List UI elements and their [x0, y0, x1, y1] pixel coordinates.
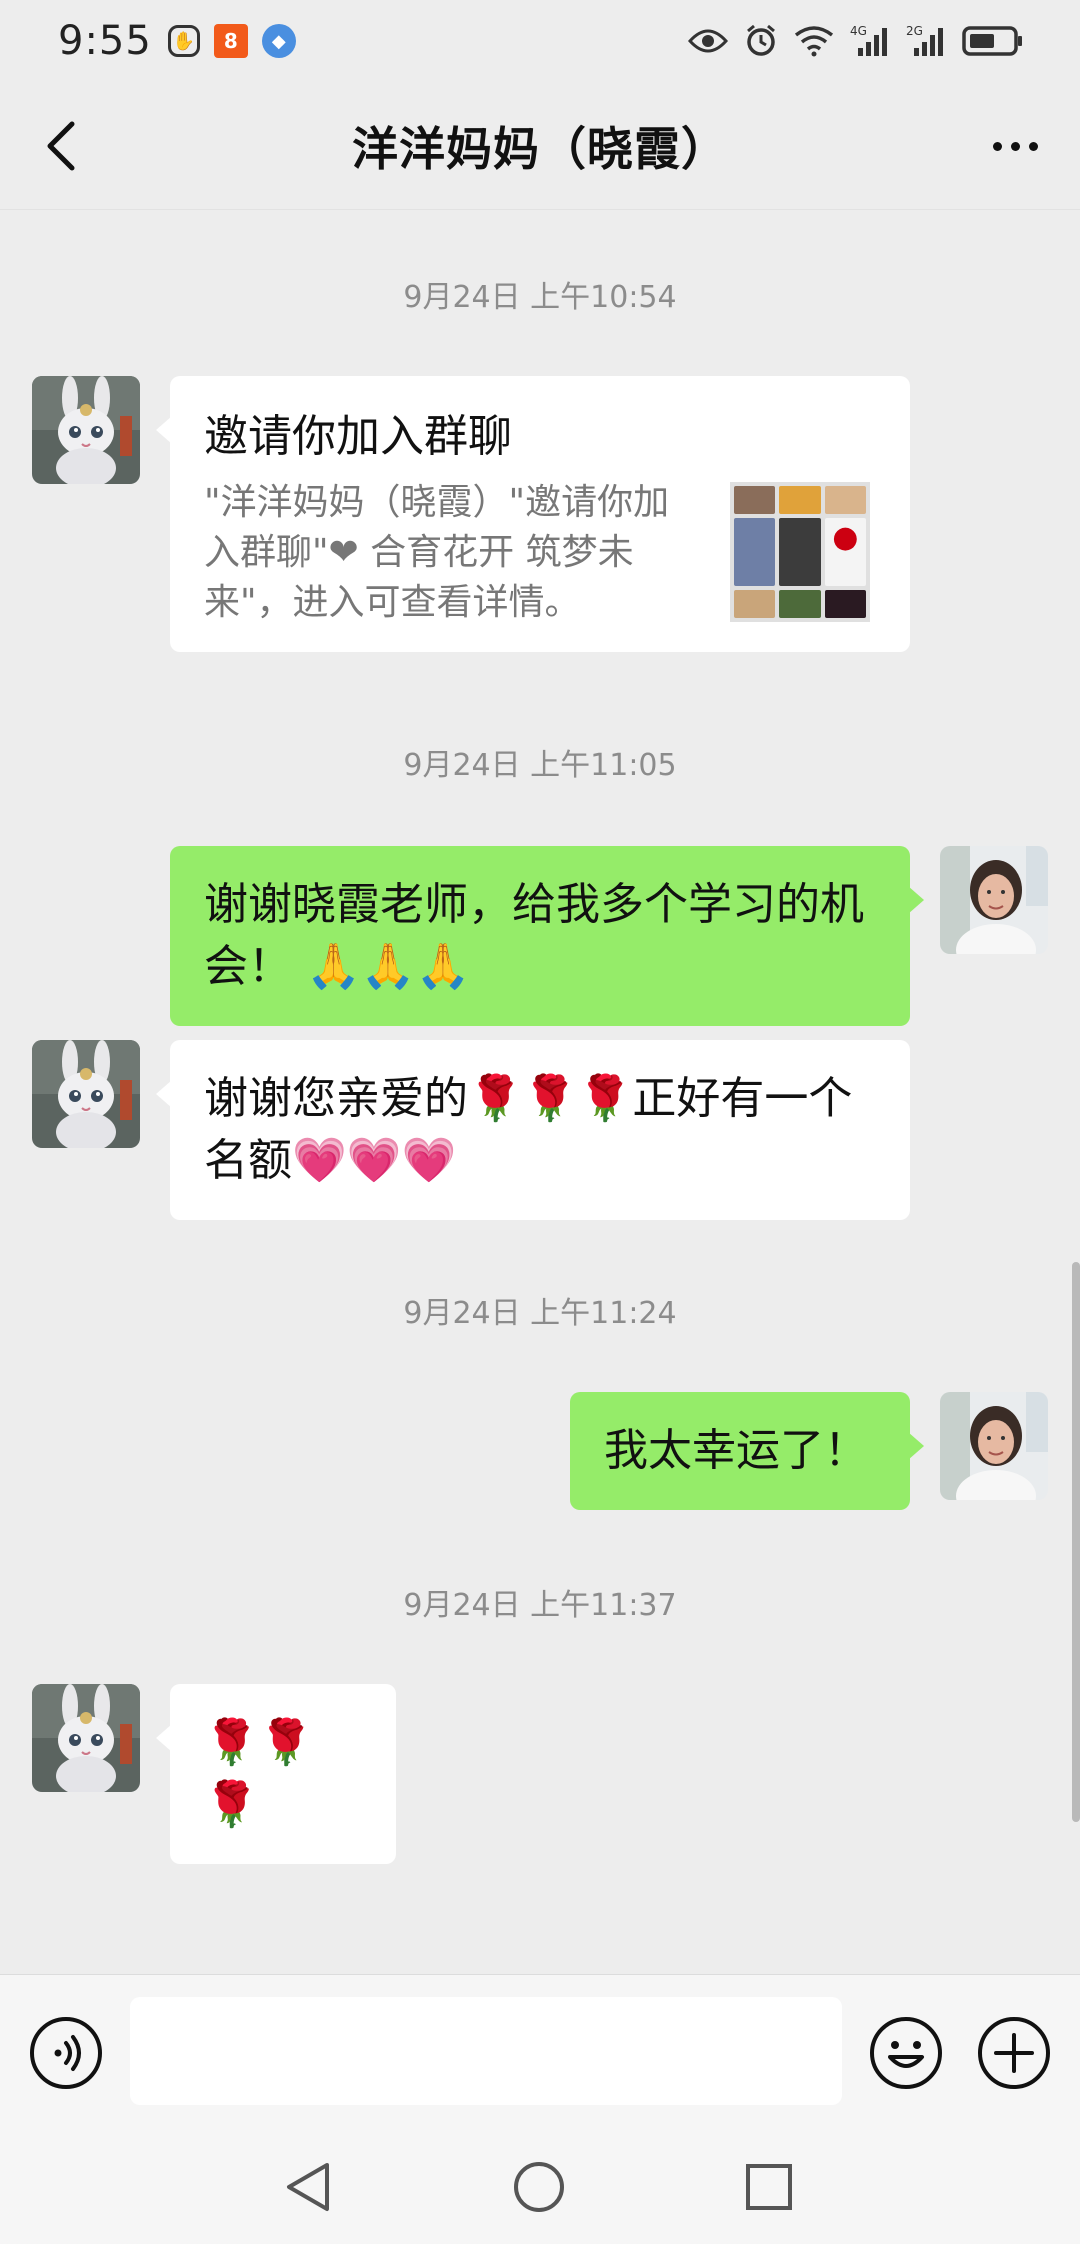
back-chevron-icon [47, 121, 75, 171]
message-text-line: 名额💗💗💗 [204, 1135, 457, 1186]
emoji-button[interactable] [868, 2015, 944, 2091]
nav-back-button[interactable] [274, 2152, 344, 2222]
browser-icon: ◆ [261, 24, 296, 58]
group-member-thumb [824, 590, 866, 618]
rose-emoji-text: 🌹🌹🌹 [204, 1717, 314, 1830]
contact-avatar[interactable] [32, 1040, 140, 1148]
message-input[interactable] [130, 1997, 842, 2105]
message-text-line: 谢谢您亲爱的🌹🌹🌹正好有一个 [204, 1073, 853, 1124]
status-left-icons: ✋ 8 ◆ [167, 24, 296, 58]
status-right-icons: 4G 2G [688, 24, 1024, 58]
chat-header: 洋洋妈妈（晓霞） [0, 82, 1080, 210]
signal-4g-label: 4G [850, 24, 867, 38]
system-nav-bar [0, 2130, 1080, 2244]
group-member-thumb: ● [824, 518, 866, 586]
outgoing-message-bubble[interactable]: 我太幸运了！ [570, 1392, 924, 1510]
rabbit-avatar-icon [32, 1040, 140, 1148]
signal-2g-icon: 2G [906, 24, 946, 58]
home-circle-icon [514, 2162, 564, 2212]
emoji-icon [870, 2017, 942, 2089]
plus-icon [978, 2017, 1050, 2089]
back-button[interactable] [30, 114, 94, 178]
hand-icon: ✋ [167, 25, 200, 57]
incoming-message-bubble[interactable]: 谢谢您亲爱的🌹🌹🌹正好有一个 名额💗💗💗 [156, 1040, 910, 1220]
alarm-icon [744, 24, 778, 58]
nav-home-button[interactable] [504, 2152, 574, 2222]
group-member-thumb [734, 486, 776, 514]
rabbit-avatar-icon [32, 376, 140, 484]
message-text-line: 会！ 🙏🙏🙏 [204, 941, 471, 992]
battery-icon [962, 25, 1024, 57]
outgoing-message-bubble[interactable]: 谢谢晓霞老师，给我多个学习的机 会！ 🙏🙏🙏 [170, 846, 924, 1026]
contact-avatar[interactable] [32, 1684, 140, 1792]
invite-card-body: "洋洋妈妈（晓霞）"邀请你加 入群聊"❤ 合育花开 筑梦未 来"，进入可查看详情… [204, 478, 876, 628]
voice-button[interactable] [28, 2015, 104, 2091]
group-member-thumb [824, 486, 866, 514]
chat-title: 洋洋妈妈（晓霞） [352, 121, 728, 176]
my-avatar[interactable] [940, 846, 1048, 954]
group-member-thumb [779, 518, 821, 586]
rabbit-avatar-icon [32, 1684, 140, 1792]
group-member-thumb [779, 486, 821, 514]
invite-desc-line: 来"，进入可查看详情。 [204, 582, 581, 623]
more-dots-icon [992, 141, 1002, 151]
status-time: 9:55 [58, 18, 152, 64]
group-member-thumb [734, 518, 776, 586]
more-button[interactable] [980, 114, 1050, 178]
invite-card-description: "洋洋妈妈（晓霞）"邀请你加 入群聊"❤ 合育花开 筑梦未 来"，进入可查看详情… [204, 478, 704, 628]
back-triangle-icon [287, 2163, 329, 2211]
pray-emoji: 🙏🙏🙏 [306, 941, 471, 992]
group-avatar-grid: ● [730, 482, 870, 622]
invite-card-bubble[interactable]: 邀请你加入群聊 "洋洋妈妈（晓霞）"邀请你加 入群聊"❤ 合育花开 筑梦未 来"… [156, 376, 910, 652]
input-bar [0, 1974, 1080, 2130]
plus-button[interactable] [976, 2015, 1052, 2091]
chat-scrollbar[interactable] [1072, 1262, 1080, 1822]
invite-desc-line: 入群聊"❤ 合育花开 筑梦未 [204, 532, 634, 573]
signal-4g-icon: 4G [850, 24, 890, 58]
user-photo-avatar-icon [940, 846, 1048, 954]
message-text-line: 谢谢晓霞老师，给我多个学习的机 [204, 879, 864, 930]
group-member-thumb [734, 590, 776, 618]
incoming-message-bubble[interactable]: 🌹🌹🌹 [156, 1684, 396, 1864]
signal-2g-label: 2G [906, 24, 923, 38]
group-member-thumb [779, 590, 821, 618]
message-timestamp: 9月24日 上午11:24 [403, 1296, 677, 1331]
app-orange-icon: 8 [213, 24, 248, 58]
contact-avatar[interactable] [32, 376, 140, 484]
eye-icon [688, 27, 728, 55]
my-avatar[interactable] [940, 1392, 1048, 1500]
invite-card-title: 邀请你加入群聊 [204, 411, 512, 462]
message-text-line: 我太幸运了！ [604, 1425, 868, 1476]
wifi-icon [794, 25, 834, 57]
message-timestamp: 9月24日 上午11:37 [403, 1588, 677, 1623]
heart-emoji: 💗💗💗 [292, 1135, 457, 1186]
invite-desc-line: "洋洋妈妈（晓霞）"邀请你加 [204, 482, 670, 523]
recents-square-icon [746, 2164, 792, 2210]
status-bar: 9:55 ✋ 8 ◆ 4G 2G [0, 0, 1080, 82]
message-timestamp: 9月24日 上午10:54 [403, 280, 677, 315]
nav-recents-button[interactable] [734, 2152, 804, 2222]
message-timestamp: 9月24日 上午11:05 [403, 748, 677, 783]
user-photo-avatar-icon [940, 1392, 1048, 1500]
voice-icon [30, 2017, 102, 2089]
